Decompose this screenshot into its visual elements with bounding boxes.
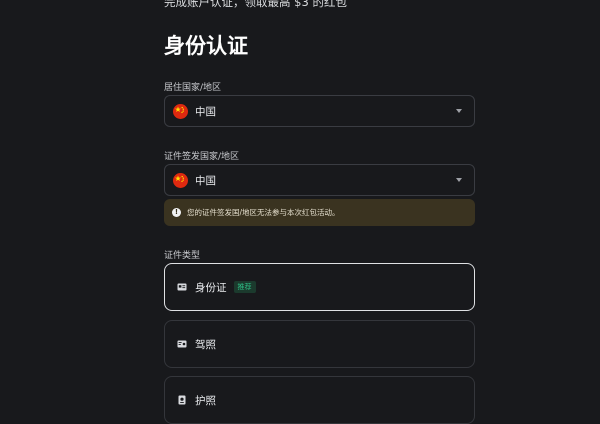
drivers-license-icon: [177, 340, 187, 348]
china-flag-icon: [173, 103, 188, 119]
document-type-label: 证件类型: [164, 251, 201, 261]
option-label: 护照: [195, 394, 216, 407]
issuing-label: 证件签发国家/地区: [164, 152, 240, 162]
china-flag-icon: [173, 172, 188, 188]
residence-country-select[interactable]: 中国: [164, 95, 475, 127]
recommended-badge: 推荐: [233, 281, 256, 293]
option-drivers-license[interactable]: 驾照: [164, 320, 475, 368]
option-label: 驾照: [195, 338, 216, 351]
option-id-card[interactable]: 身份证 推荐: [164, 263, 475, 311]
option-passport[interactable]: 护照: [164, 376, 475, 424]
passport-icon: [178, 395, 186, 405]
residence-label: 居住国家/地区: [164, 83, 222, 93]
issuing-country-select[interactable]: 中国: [164, 164, 475, 196]
page-title: 身份认证: [164, 34, 248, 58]
ineligible-warning: ! 您的证件签发国/地区无法参与本次红包活动。: [164, 199, 475, 226]
warning-icon: !: [172, 208, 181, 217]
issuing-country-value: 中国: [195, 174, 216, 187]
residence-country-value: 中国: [195, 105, 216, 118]
promo-text: 完成账户认证，领取最高 $3 的红包: [164, 0, 347, 9]
id-card-icon: [177, 283, 187, 291]
warning-text: 您的证件签发国/地区无法参与本次红包活动。: [187, 208, 340, 217]
chevron-down-icon: [456, 109, 462, 113]
chevron-down-icon: [456, 178, 462, 182]
option-label: 身份证: [195, 281, 227, 294]
